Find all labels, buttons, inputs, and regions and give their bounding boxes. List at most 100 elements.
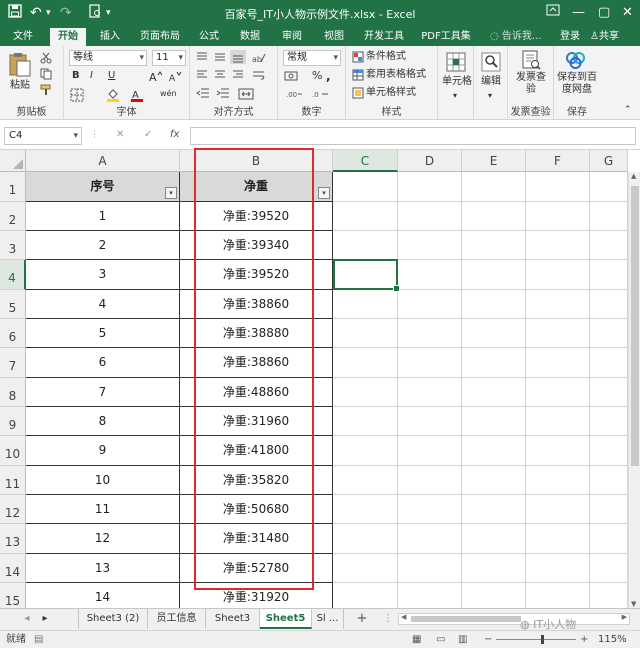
table-cell-net-weight[interactable]: 净重:52780 — [180, 554, 333, 583]
cell-g8[interactable] — [590, 378, 628, 407]
cell-c15[interactable] — [333, 583, 398, 608]
add-sheet-button[interactable]: + — [352, 609, 372, 629]
column-header-c[interactable]: C — [333, 150, 398, 172]
cell-c1[interactable] — [333, 172, 398, 202]
cell-d3[interactable] — [398, 231, 462, 260]
cell-c6[interactable] — [333, 319, 398, 348]
cell-f15[interactable] — [526, 583, 590, 608]
cell-d12[interactable] — [398, 495, 462, 524]
editing-dropdown-icon[interactable]: ▾ — [488, 90, 492, 102]
column-header-e[interactable]: E — [462, 150, 526, 172]
cell-e14[interactable] — [462, 554, 526, 583]
align-middle-icon[interactable] — [214, 52, 226, 65]
login-link[interactable]: 登录 — [560, 28, 580, 46]
table-cell-net-weight[interactable]: 净重:38880 — [180, 319, 333, 348]
font-name-select[interactable]: 等线 — [69, 50, 147, 66]
cell-f13[interactable] — [526, 524, 590, 554]
cell-c4[interactable] — [333, 260, 398, 290]
cell-c8[interactable] — [333, 378, 398, 407]
header-cell-index[interactable]: 序号 ▾ — [26, 172, 180, 202]
tab-split-icon[interactable]: ⋮ — [380, 609, 396, 629]
align-right-icon[interactable] — [232, 70, 244, 83]
font-size-select[interactable]: 11 — [152, 50, 186, 66]
row-header-2[interactable]: 2 — [0, 202, 26, 231]
merge-center-icon[interactable] — [238, 88, 254, 103]
cell-d10[interactable] — [398, 436, 462, 466]
cell-d7[interactable] — [398, 348, 462, 378]
table-cell-net-weight[interactable]: 净重:50680 — [180, 495, 333, 524]
row-header-4[interactable]: 4 — [0, 260, 26, 290]
cell-c10[interactable] — [333, 436, 398, 466]
cell-g6[interactable] — [590, 319, 628, 348]
cell-e9[interactable] — [462, 407, 526, 436]
row-header-9[interactable]: 9 — [0, 407, 26, 436]
tab-page-layout[interactable]: 页面布局 — [134, 28, 186, 46]
undo-dropdown-icon[interactable]: ▾ — [46, 4, 51, 22]
zoom-in-button[interactable]: + — [580, 631, 588, 648]
table-cell-net-weight[interactable]: 净重:35820 — [180, 466, 333, 495]
cell-g11[interactable] — [590, 466, 628, 495]
table-cell-index[interactable]: 1 — [26, 202, 180, 231]
cell-d4[interactable] — [398, 260, 462, 290]
column-header-b[interactable]: B — [180, 150, 333, 172]
table-cell-net-weight[interactable]: 净重:38860 — [180, 348, 333, 378]
table-cell-index[interactable]: 6 — [26, 348, 180, 378]
cell-f1[interactable] — [526, 172, 590, 202]
table-cell-index[interactable]: 10 — [26, 466, 180, 495]
row-header-11[interactable]: 11 — [0, 466, 26, 495]
page-layout-view-icon[interactable]: ▭ — [436, 631, 445, 648]
cells-dropdown-icon[interactable]: ▾ — [453, 90, 457, 102]
qat-more-icon[interactable]: ▾ — [106, 4, 111, 22]
cell-d2[interactable] — [398, 202, 462, 231]
table-cell-net-weight[interactable]: 净重:39340 — [180, 231, 333, 260]
tab-pdf-tools[interactable]: PDF工具集 — [416, 28, 476, 46]
cell-c5[interactable] — [333, 290, 398, 319]
tab-formulas[interactable]: 公式 — [192, 28, 226, 46]
zoom-slider[interactable] — [496, 639, 576, 640]
currency-icon[interactable] — [284, 70, 298, 85]
cell-g4[interactable] — [590, 260, 628, 290]
print-preview-icon[interactable] — [88, 4, 102, 23]
vertical-scroll-thumb[interactable] — [631, 186, 639, 466]
cell-e12[interactable] — [462, 495, 526, 524]
conditional-format-button[interactable]: 条件格式 — [366, 51, 406, 63]
row-header-1[interactable]: 1 — [0, 172, 26, 202]
table-cell-net-weight[interactable]: 净重:39520 — [180, 260, 333, 290]
cell-f12[interactable] — [526, 495, 590, 524]
comma-style-button[interactable]: , — [326, 70, 331, 82]
find-icon[interactable] — [481, 52, 501, 75]
row-header-12[interactable]: 12 — [0, 495, 26, 524]
table-cell-index[interactable]: 13 — [26, 554, 180, 583]
cell-d15[interactable] — [398, 583, 462, 608]
invoice-check-button[interactable]: 发票查验 — [516, 72, 546, 96]
phonetic-guide-button[interactable]: wén — [160, 88, 177, 100]
editing-button[interactable]: 编辑 — [481, 76, 501, 88]
cell-f6[interactable] — [526, 319, 590, 348]
cell-g15[interactable] — [590, 583, 628, 608]
increase-decimal-icon[interactable]: .00 — [286, 88, 304, 103]
sheet-tab-more[interactable]: Sl ... — [312, 609, 344, 629]
cell-d11[interactable] — [398, 466, 462, 495]
column-header-f[interactable]: F — [526, 150, 590, 172]
shrink-font-icon[interactable]: A — [168, 70, 182, 85]
tab-insert[interactable]: 插入 — [92, 28, 128, 46]
restore-button[interactable]: ▢ — [598, 4, 610, 22]
cell-f7[interactable] — [526, 348, 590, 378]
table-cell-index[interactable]: 3 — [26, 260, 180, 290]
save-to-netdisk-button[interactable]: 保存到百度网盘 — [556, 72, 598, 96]
collapse-ribbon-icon[interactable]: ⌃ — [624, 104, 632, 116]
table-cell-index[interactable]: 5 — [26, 319, 180, 348]
horizontal-scroll-thumb[interactable] — [411, 616, 521, 622]
align-top-icon[interactable] — [196, 52, 208, 65]
save-icon[interactable] — [8, 4, 22, 23]
cell-g14[interactable] — [590, 554, 628, 583]
cell-f4[interactable] — [526, 260, 590, 290]
table-cell-index[interactable]: 9 — [26, 436, 180, 466]
row-header-13[interactable]: 13 — [0, 524, 26, 554]
row-header-10[interactable]: 10 — [0, 436, 26, 466]
cell-g9[interactable] — [590, 407, 628, 436]
worksheet-grid[interactable]: ABCDEFG 1 2 3 4 5 6 7 8 9 10 11 12 13 14 15 序号 ▾ 净重 ▾ 1 净重:… — [0, 150, 628, 608]
cell-c13[interactable] — [333, 524, 398, 554]
zoom-slider-thumb[interactable] — [541, 635, 544, 644]
table-cell-net-weight[interactable]: 净重:39520 — [180, 202, 333, 231]
